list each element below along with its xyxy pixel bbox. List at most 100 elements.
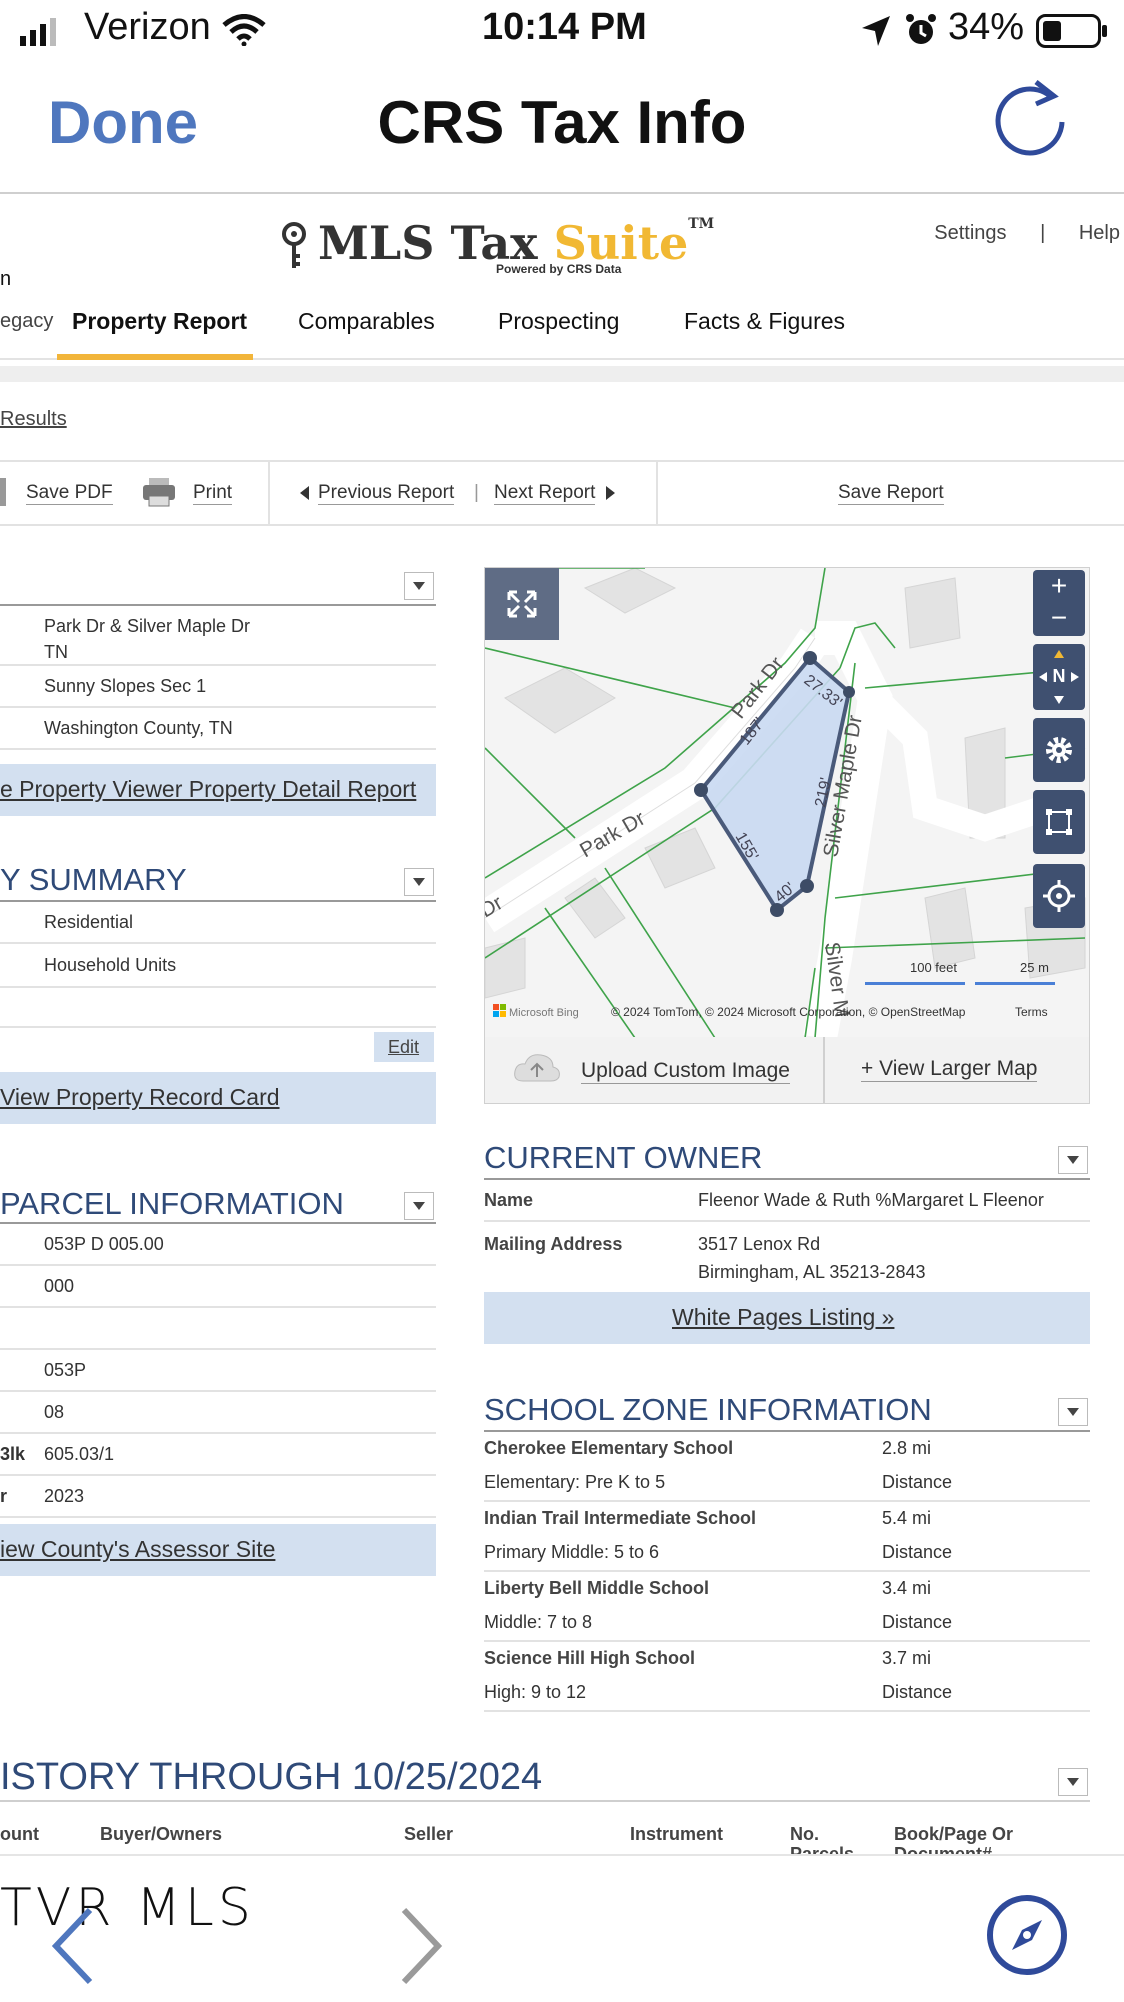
map-footer: Upload Custom Image + View Larger Map bbox=[484, 1037, 1090, 1104]
help-link[interactable]: Help bbox=[1079, 222, 1120, 245]
history-heading: ISTORY THROUGH 10/25/2024 bbox=[0, 1756, 543, 1798]
parcel-value: 605.03/1 bbox=[44, 1444, 115, 1464]
county-row: Washington County, TN bbox=[0, 708, 436, 750]
map-terms-link[interactable]: Terms bbox=[1015, 1005, 1048, 1019]
parcel-row: 000 bbox=[0, 1266, 436, 1308]
zoom-control: + − bbox=[1033, 570, 1085, 636]
edit-button-wrap[interactable]: Edit bbox=[374, 1032, 434, 1062]
property-detail-link-bar[interactable]: e Property Viewer Property Detail Report bbox=[0, 764, 436, 816]
school-row: Liberty Bell Middle School Middle: 7 to … bbox=[484, 1572, 1090, 1642]
scale-feet-label: 100 feet bbox=[910, 960, 957, 975]
back-arrow-icon[interactable] bbox=[48, 1906, 98, 1986]
school-row: Indian Trail Intermediate School Primary… bbox=[484, 1502, 1090, 1572]
summary-value: Household Units bbox=[44, 955, 177, 975]
parcel-row: 08 bbox=[0, 1392, 436, 1434]
next-report-link[interactable]: Next Report bbox=[494, 482, 596, 505]
time-label: 10:14 PM bbox=[482, 6, 647, 48]
school-distance: 3.4 mi bbox=[882, 1578, 932, 1598]
alarm-icon bbox=[906, 14, 936, 44]
safari-compass-icon[interactable] bbox=[984, 1892, 1070, 1978]
history-collapse-dropdown[interactable] bbox=[1058, 1768, 1088, 1796]
tab-facts-figures[interactable]: Facts & Figures bbox=[684, 308, 845, 335]
web-content: MLS Tax SuiteTM Powered by CRS Data Sett… bbox=[0, 194, 1124, 1854]
settings-link[interactable]: Settings bbox=[934, 222, 1006, 245]
owner-name-value: Fleenor Wade & Ruth %Margaret L Fleenor bbox=[698, 1190, 1044, 1210]
results-link[interactable]: Results bbox=[0, 408, 67, 431]
property-record-card-link[interactable]: View Property Record Card bbox=[0, 1084, 280, 1111]
parcel-row bbox=[0, 1308, 436, 1350]
history-column-header: Seller bbox=[404, 1824, 454, 1844]
scale-m-label: 25 m bbox=[1020, 960, 1049, 975]
fullscreen-button[interactable] bbox=[485, 568, 559, 640]
parcel-value: 08 bbox=[44, 1402, 65, 1422]
upload-custom-image-button[interactable]: Upload Custom Image bbox=[581, 1059, 790, 1084]
mailing-line2: Birmingham, AL 35213-2843 bbox=[698, 1262, 926, 1282]
parcel-map[interactable]: Park Dr Park Dr Dr Silver Maple Dr Silve… bbox=[484, 567, 1090, 1039]
history-column-header: Book/Page Or Document# bbox=[894, 1824, 1014, 1854]
record-card-link-bar[interactable]: View Property Record Card bbox=[0, 1072, 436, 1124]
locate-button[interactable] bbox=[1033, 864, 1085, 928]
cloud-upload-icon[interactable] bbox=[511, 1051, 563, 1087]
owner-collapse-dropdown[interactable] bbox=[1058, 1146, 1088, 1174]
toolbar-edge-icon bbox=[0, 478, 6, 506]
toolbar-pipe: | bbox=[474, 482, 479, 503]
parcel-key: 3lk bbox=[0, 1444, 26, 1464]
subdivision-value: Sunny Slopes Sec 1 bbox=[44, 676, 207, 696]
tab-prospecting[interactable]: Prospecting bbox=[498, 308, 619, 335]
previous-report-link[interactable]: Previous Report bbox=[318, 482, 455, 505]
reload-icon[interactable] bbox=[992, 76, 1072, 156]
forward-arrow-icon[interactable] bbox=[396, 1906, 446, 1986]
owner-name-row: Name Fleenor Wade & Ruth %Margaret L Fle… bbox=[484, 1180, 1090, 1222]
map-attribution: © 2024 TomTom, © 2024 Microsoft Corporat… bbox=[611, 1005, 966, 1019]
parcel-value: 053P bbox=[44, 1360, 87, 1380]
parcel-collapse-dropdown[interactable] bbox=[404, 1192, 434, 1220]
printer-icon[interactable] bbox=[142, 476, 176, 508]
signal-icon bbox=[20, 18, 56, 46]
parcel-value: 000 bbox=[44, 1276, 75, 1296]
school-grades: Elementary: Pre K to 5 bbox=[484, 1472, 666, 1492]
school-distance-label: Distance bbox=[882, 1682, 953, 1702]
address-line2: TN bbox=[44, 642, 68, 662]
caret-right-icon bbox=[606, 486, 615, 500]
tab-property-report[interactable]: Property Report bbox=[72, 308, 247, 335]
tab-legacy[interactable]: egacy bbox=[0, 310, 53, 333]
zoom-out-button[interactable]: − bbox=[1033, 602, 1085, 634]
toolbar-separator-2 bbox=[656, 462, 658, 524]
tab-comparables[interactable]: Comparables bbox=[298, 308, 435, 335]
mailing-line1: 3517 Lenox Rd bbox=[698, 1234, 821, 1254]
select-area-icon bbox=[1046, 809, 1072, 835]
compass-button[interactable]: N bbox=[1033, 644, 1085, 710]
parcel-row: 3lk 605.03/1 bbox=[0, 1434, 436, 1476]
zoom-in-button[interactable]: + bbox=[1033, 570, 1085, 602]
white-pages-link-bar[interactable]: White Pages Listing » bbox=[484, 1292, 1090, 1344]
school-distance-label: Distance bbox=[882, 1542, 953, 1562]
white-pages-link[interactable]: White Pages Listing » bbox=[672, 1304, 894, 1331]
edit-button[interactable]: Edit bbox=[388, 1037, 419, 1058]
property-detail-report-link[interactable]: e Property Viewer Property Detail Report bbox=[0, 776, 416, 803]
location-collapse-dropdown[interactable] bbox=[404, 572, 434, 600]
school-distance: 5.4 mi bbox=[882, 1508, 932, 1528]
summary-row: Residential bbox=[0, 902, 436, 944]
print-button[interactable]: Print bbox=[193, 482, 233, 505]
summary-heading: Y SUMMARY bbox=[0, 862, 187, 897]
school-distance: 2.8 mi bbox=[882, 1438, 932, 1458]
address-row: Park Dr & Silver Maple Dr TN bbox=[0, 606, 436, 666]
assessor-link-bar[interactable]: iew County's Assessor Site bbox=[0, 1524, 436, 1576]
expand-icon[interactable] bbox=[485, 568, 559, 640]
school-collapse-dropdown[interactable] bbox=[1058, 1398, 1088, 1426]
school-row: Cherokee Elementary School Elementary: P… bbox=[484, 1432, 1090, 1502]
map-canvas[interactable]: Park Dr Park Dr Dr Silver Maple Dr Silve… bbox=[485, 568, 1089, 1038]
view-larger-map-link[interactable]: + View Larger Map bbox=[861, 1057, 1038, 1082]
map-draw-button[interactable] bbox=[1033, 790, 1085, 854]
school-grades: High: 9 to 12 bbox=[484, 1682, 587, 1702]
assessor-site-link[interactable]: iew County's Assessor Site bbox=[0, 1536, 275, 1563]
save-report-button[interactable]: Save Report bbox=[838, 482, 944, 505]
map-settings-button[interactable] bbox=[1033, 718, 1085, 782]
summary-collapse-dropdown[interactable] bbox=[404, 868, 434, 896]
history-column-header: Instrument bbox=[630, 1824, 724, 1844]
school-distance-label: Distance bbox=[882, 1472, 953, 1492]
save-pdf-button[interactable]: Save PDF bbox=[26, 482, 113, 505]
tab-partial[interactable]: n bbox=[0, 268, 11, 291]
school-grades: Primary Middle: 5 to 6 bbox=[484, 1542, 660, 1562]
school-row: Science Hill High School High: 9 to 12 3… bbox=[484, 1642, 1090, 1712]
